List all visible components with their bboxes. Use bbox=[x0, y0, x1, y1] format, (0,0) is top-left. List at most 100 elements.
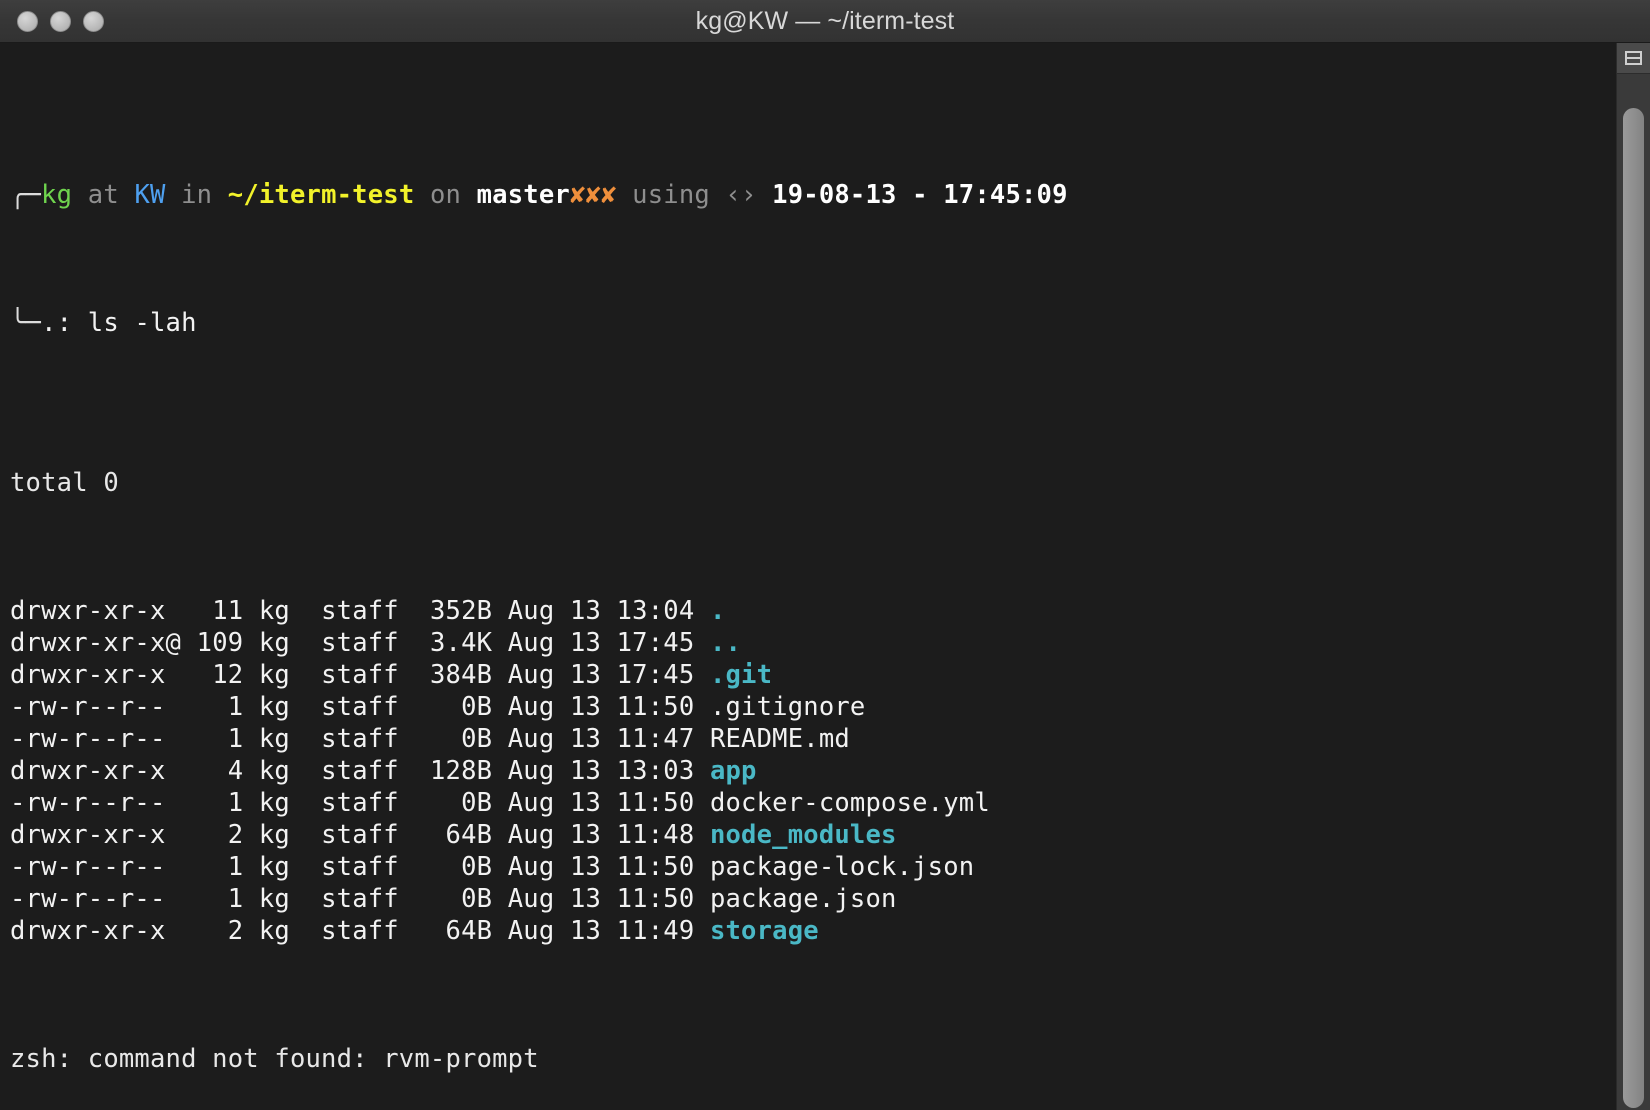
ls-cell-perms: drwxr-xr-x bbox=[10, 596, 182, 626]
prompt-host: KW bbox=[134, 180, 166, 210]
ls-cell-group: staff bbox=[321, 724, 399, 754]
ls-cell-group: staff bbox=[321, 820, 399, 850]
ls-cell-name: README.md bbox=[709, 724, 850, 754]
ls-cell-size: 352B bbox=[414, 596, 493, 626]
ls-cell-links: 12 bbox=[196, 660, 244, 690]
prompt-path: ~/iterm-test bbox=[227, 180, 415, 210]
ls-row: -rw-r--r-- 1 kg staff 0B Aug 13 11:47 RE… bbox=[10, 723, 1600, 755]
ls-cell-group: staff bbox=[321, 852, 399, 882]
ls-cell-perms: -rw-r--r-- bbox=[10, 852, 182, 882]
ls-row: drwxr-xr-x 2 kg staff 64B Aug 13 11:48 n… bbox=[10, 819, 1600, 851]
command-line: ╰─.: ls -lah bbox=[10, 307, 1600, 339]
split-pane-icon bbox=[1625, 51, 1642, 65]
ls-cell-name: app bbox=[709, 756, 757, 786]
prompt-timestamp: 19-08-13 - 17:45:09 bbox=[772, 180, 1068, 210]
prompt-user: kg bbox=[41, 180, 73, 210]
ls-cell-links: 1 bbox=[196, 788, 244, 818]
ls-cell-size: 0B bbox=[414, 852, 493, 882]
ls-cell-name: package-lock.json bbox=[709, 852, 975, 882]
ls-cell-group: staff bbox=[321, 756, 399, 786]
ls-cell-date: Aug 13 13:04 bbox=[507, 596, 695, 626]
scrollbar-thumb[interactable] bbox=[1623, 108, 1644, 1108]
ls-cell-perms: drwxr-xr-x bbox=[10, 916, 182, 946]
ls-cell-name: node_modules bbox=[709, 820, 897, 850]
ls-cell-date: Aug 13 11:47 bbox=[507, 724, 695, 754]
prompt-sep bbox=[757, 180, 773, 210]
terminal-body: ╭─kg at KW in ~/iterm-test on master✘✘✘ … bbox=[0, 43, 1650, 1110]
split-pane-button[interactable] bbox=[1616, 43, 1650, 74]
prompt-char: .: bbox=[41, 308, 73, 338]
ls-row: drwxr-xr-x 4 kg staff 128B Aug 13 13:03 … bbox=[10, 755, 1600, 787]
ls-cell-group: staff bbox=[321, 788, 399, 818]
prompt-frame-top: ╭─ bbox=[10, 180, 42, 210]
prompt-lang-icon: ‹› bbox=[725, 180, 757, 210]
minimize-button[interactable] bbox=[50, 10, 71, 32]
ls-row: -rw-r--r-- 1 kg staff 0B Aug 13 11:50 do… bbox=[10, 787, 1600, 819]
ls-listing: drwxr-xr-x 11 kg staff 352B Aug 13 13:04… bbox=[10, 595, 1600, 947]
prompt-using: using bbox=[616, 180, 726, 210]
ls-cell-links: 1 bbox=[196, 724, 244, 754]
terminal-output[interactable]: ╭─kg at KW in ~/iterm-test on master✘✘✘ … bbox=[0, 43, 1600, 1110]
ls-cell-name: . bbox=[709, 596, 726, 626]
ls-cell-size: 0B bbox=[414, 692, 493, 722]
ls-cell-owner: kg bbox=[258, 628, 290, 658]
ls-cell-name: .git bbox=[709, 660, 773, 690]
ls-cell-owner: kg bbox=[258, 852, 290, 882]
ls-cell-owner: kg bbox=[258, 660, 290, 690]
ls-cell-links: 109 bbox=[196, 628, 244, 658]
ls-cell-group: staff bbox=[321, 596, 399, 626]
ls-cell-size: 128B bbox=[414, 756, 493, 786]
ls-cell-links: 1 bbox=[196, 692, 244, 722]
ls-cell-size: 3.4K bbox=[414, 628, 493, 658]
prompt-frame-bottom: ╰─ bbox=[10, 308, 42, 338]
ls-cell-owner: kg bbox=[258, 724, 290, 754]
terminal-window: kg@KW — ~/iterm-test ╭─kg at KW in ~/ite… bbox=[0, 0, 1650, 1110]
zoom-button[interactable] bbox=[83, 10, 104, 32]
scrollbar-track[interactable] bbox=[1616, 43, 1650, 1110]
ls-cell-date: Aug 13 11:50 bbox=[507, 788, 695, 818]
ls-cell-date: Aug 13 17:45 bbox=[507, 628, 695, 658]
ls-row: -rw-r--r-- 1 kg staff 0B Aug 13 11:50 pa… bbox=[10, 883, 1600, 915]
prompt-dirty-marks: ✘✘✘ bbox=[569, 180, 617, 210]
ls-cell-date: Aug 13 11:50 bbox=[507, 692, 695, 722]
command-text: ls -lah bbox=[87, 308, 197, 338]
ls-cell-links: 1 bbox=[196, 884, 244, 914]
ls-cell-size: 64B bbox=[414, 916, 493, 946]
ls-cell-owner: kg bbox=[258, 884, 290, 914]
ls-cell-owner: kg bbox=[258, 788, 290, 818]
ls-total-line: total 0 bbox=[10, 468, 119, 498]
ls-cell-links: 4 bbox=[196, 756, 244, 786]
ls-cell-perms: drwxr-xr-x@ bbox=[10, 628, 182, 658]
ls-row: drwxr-xr-x 12 kg staff 384B Aug 13 17:45… bbox=[10, 659, 1600, 691]
ls-cell-size: 0B bbox=[414, 788, 493, 818]
ls-cell-owner: kg bbox=[258, 756, 290, 786]
ls-cell-perms: -rw-r--r-- bbox=[10, 692, 182, 722]
ls-cell-date: Aug 13 11:50 bbox=[507, 884, 695, 914]
ls-cell-group: staff bbox=[321, 628, 399, 658]
ls-cell-owner: kg bbox=[258, 916, 290, 946]
ls-row: -rw-r--r-- 1 kg staff 0B Aug 13 11:50 pa… bbox=[10, 851, 1600, 883]
ls-cell-owner: kg bbox=[258, 596, 290, 626]
ls-cell-owner: kg bbox=[258, 820, 290, 850]
command-space bbox=[72, 308, 88, 338]
ls-cell-date: Aug 13 13:03 bbox=[507, 756, 695, 786]
ls-cell-name: package.json bbox=[709, 884, 897, 914]
ls-row: -rw-r--r-- 1 kg staff 0B Aug 13 11:50 .g… bbox=[10, 691, 1600, 723]
ls-cell-name: docker-compose.yml bbox=[709, 788, 990, 818]
ls-cell-date: Aug 13 17:45 bbox=[507, 660, 695, 690]
prompt-branch: master bbox=[476, 180, 570, 210]
ls-cell-size: 384B bbox=[414, 660, 493, 690]
ls-cell-group: staff bbox=[321, 692, 399, 722]
ls-cell-group: staff bbox=[321, 916, 399, 946]
close-button[interactable] bbox=[17, 10, 38, 32]
prompt-line: ╭─kg at KW in ~/iterm-test on master✘✘✘ … bbox=[10, 179, 1600, 211]
window-title: kg@KW — ~/iterm-test bbox=[695, 6, 955, 35]
ls-cell-links: 2 bbox=[196, 916, 244, 946]
ls-cell-group: staff bbox=[321, 660, 399, 690]
prompt-in: in bbox=[165, 180, 228, 210]
prompt-on: on bbox=[414, 180, 477, 210]
ls-cell-links: 11 bbox=[196, 596, 244, 626]
prompt-at: at bbox=[72, 180, 135, 210]
ls-cell-date: Aug 13 11:49 bbox=[507, 916, 695, 946]
right-gutter bbox=[1600, 43, 1650, 1110]
